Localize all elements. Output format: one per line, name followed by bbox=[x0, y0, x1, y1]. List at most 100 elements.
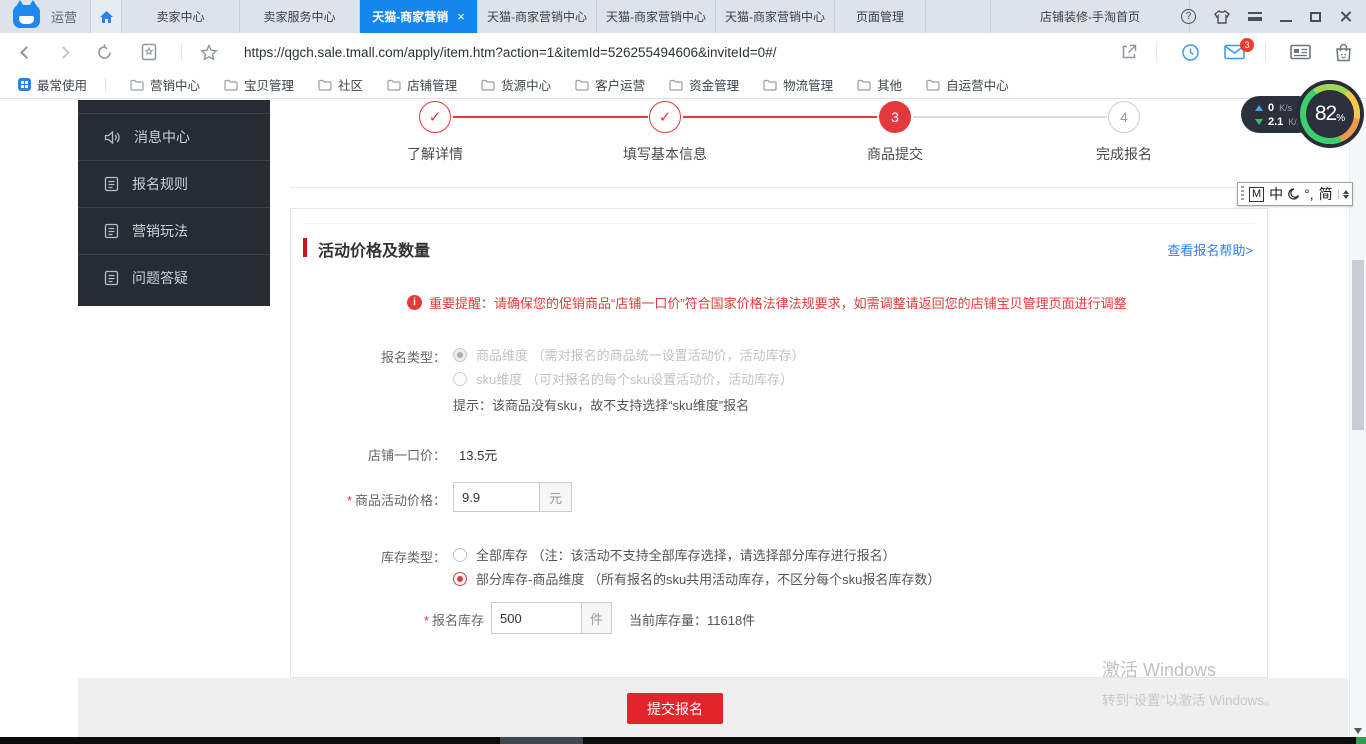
signup-help-link[interactable]: 查看报名帮助> bbox=[1167, 240, 1253, 259]
signup-type-option-sku: sku维度 （可对报名的每个sku设置活动价，活动库存） bbox=[453, 369, 793, 388]
ime-moon-icon[interactable] bbox=[1288, 188, 1299, 200]
bookmark-folder-logistics[interactable]: 物流管理 bbox=[763, 75, 833, 94]
tab-tmall-marketing-center-3[interactable]: 天猫-商家营销中心 bbox=[716, 0, 835, 33]
option-label: 部分库存-商品维度 （所有报名的sku共用活动库存，不区分每个sku报名库存数） bbox=[476, 569, 940, 588]
tab-strip: 卖家中心 卖家服务中心 天猫-商家营销 × 天猫-商家营销中心 天猫-商家营销中… bbox=[122, 0, 1190, 33]
bookmark-folder-self-operation[interactable]: 自运营中心 bbox=[926, 75, 1009, 94]
back-icon[interactable] bbox=[20, 46, 33, 59]
tab-tmall-marketing-active[interactable]: 天猫-商家营销 × bbox=[360, 0, 478, 33]
tmall-cat-logo-icon bbox=[13, 5, 40, 28]
radio-partial-stock-selected[interactable] bbox=[453, 572, 467, 586]
bookmark-label: 自运营中心 bbox=[946, 75, 1009, 94]
ime-toolbar[interactable]: M 中 °, 简 bbox=[1237, 182, 1353, 206]
signup-stock-input[interactable] bbox=[491, 602, 582, 634]
tab-page-management[interactable]: 页面管理 bbox=[835, 0, 926, 33]
browser-logo[interactable]: 运营 bbox=[0, 0, 90, 33]
radio-all-stock-unselected[interactable] bbox=[453, 548, 467, 562]
home-button[interactable] bbox=[90, 0, 122, 33]
card-panel-icon[interactable] bbox=[1290, 44, 1311, 60]
bookmarks-divider bbox=[105, 78, 106, 92]
stock-type-option-partial: 部分库存-商品维度 （所有报名的sku共用活动库存，不区分每个sku报名库存数） bbox=[453, 569, 940, 588]
step-label-3: 商品提交 bbox=[825, 144, 965, 164]
bookmark-folder-supply[interactable]: 货源中心 bbox=[481, 75, 551, 94]
gauge-inner: 82 % bbox=[1306, 90, 1354, 138]
sidebar-item-message-center[interactable]: 消息中心 bbox=[78, 113, 270, 160]
ime-punctuation-toggle[interactable]: °, bbox=[1304, 186, 1314, 202]
tab-seller-service-center[interactable]: 卖家服务中心 bbox=[240, 0, 360, 33]
bookmark-most-used[interactable]: 最常使用 bbox=[18, 75, 87, 94]
ime-drag-handle-icon[interactable] bbox=[1241, 186, 1244, 202]
progress-steps: ✓ ✓ 3 4 了解详情 填写基本信息 商品提交 完成报名 bbox=[290, 100, 1268, 188]
upload-speed-value: 0 bbox=[1268, 102, 1274, 114]
bookmarks-bar: 最常使用 营销中心 宝贝管理 社区 店铺管理 货源中心 客户运营 资金管理 物流… bbox=[0, 71, 1366, 99]
bookmark-folder-customer[interactable]: 客户运营 bbox=[575, 75, 645, 94]
bookmark-folder-community[interactable]: 社区 bbox=[318, 75, 363, 94]
stock-type-option-all: 全部库存 （注：该活动不支持全部库存选择，请选择部分库存进行报名） bbox=[453, 545, 896, 564]
shopping-bag-icon[interactable] bbox=[1335, 43, 1352, 62]
mail-icon[interactable]: 3 bbox=[1224, 44, 1245, 60]
folder-icon bbox=[481, 79, 495, 91]
ime-mode-icon[interactable]: M bbox=[1249, 187, 1264, 202]
step-circle-2-done: ✓ bbox=[649, 101, 681, 133]
step-connector bbox=[453, 116, 648, 118]
bookmark-label: 客户运营 bbox=[595, 75, 645, 94]
minimize-button[interactable] bbox=[1280, 20, 1292, 22]
bookmark-folder-items[interactable]: 宝贝管理 bbox=[224, 75, 294, 94]
forward-icon[interactable] bbox=[57, 46, 70, 59]
radio-item-dimension-selected-disabled[interactable] bbox=[453, 348, 467, 362]
tab-shop-decoration[interactable]: 店铺装修-手淘首页 bbox=[990, 0, 1190, 33]
history-clock-icon[interactable] bbox=[1181, 43, 1200, 62]
restore-button[interactable] bbox=[1310, 12, 1321, 22]
bookmark-folder-marketing[interactable]: 营销中心 bbox=[130, 75, 200, 94]
sidebar-item-qa[interactable]: 问题答疑 bbox=[78, 254, 270, 301]
activity-price-input[interactable] bbox=[453, 482, 540, 512]
panel-title: 活动价格及数量 bbox=[318, 237, 430, 261]
tab-tmall-marketing-center-1[interactable]: 天猫-商家营销中心 bbox=[478, 0, 597, 33]
logo-label: 运营 bbox=[51, 7, 77, 26]
url-field[interactable]: https://qgch.sale.tmall.com/apply/item.h… bbox=[244, 45, 1096, 60]
sidebar-item-label: 消息中心 bbox=[134, 127, 190, 147]
stock-type-label: 库存类型： bbox=[291, 547, 446, 566]
page-sidebar: 消息中心 报名规则 营销玩法 问题答疑 bbox=[78, 100, 270, 306]
warning-text: 重要提醒：请确保您的促销商品“店铺一口价”符合国家价格法律法规要求，如需调整请返… bbox=[429, 293, 1127, 312]
bookmark-folder-shop-mgmt[interactable]: 店铺管理 bbox=[387, 75, 457, 94]
tab-tmall-marketing-center-2[interactable]: 天猫-商家营销中心 bbox=[597, 0, 716, 33]
menu-icon[interactable] bbox=[1248, 12, 1262, 21]
option-label: sku维度 （可对报名的每个sku设置活动价，活动库存） bbox=[476, 369, 793, 388]
tab-close-icon[interactable]: × bbox=[457, 9, 465, 24]
required-asterisk: * bbox=[347, 493, 352, 508]
help-icon[interactable]: ? bbox=[1181, 9, 1196, 24]
sidebar-item-label: 报名规则 bbox=[132, 174, 188, 194]
signup-stock-label: *报名库存 bbox=[329, 610, 484, 629]
close-button[interactable] bbox=[1339, 10, 1352, 23]
folder-icon bbox=[575, 79, 589, 91]
tab-seller-center[interactable]: 卖家中心 bbox=[122, 0, 240, 33]
bookmark-folder-funds[interactable]: 资金管理 bbox=[669, 75, 739, 94]
sidebar-item-marketing-play[interactable]: 营销玩法 bbox=[78, 207, 270, 254]
list-price-label: 店铺一口价： bbox=[291, 445, 446, 464]
scrollbar-thumb[interactable] bbox=[1352, 260, 1364, 430]
step-label-4: 完成报名 bbox=[1054, 144, 1194, 164]
scrollbar-down-arrow-icon[interactable] bbox=[1354, 728, 1362, 734]
radio-sku-dimension-disabled[interactable] bbox=[453, 372, 467, 386]
reader-mode-icon[interactable] bbox=[141, 43, 157, 61]
sidebar-item-signup-rules[interactable]: 报名规则 bbox=[78, 160, 270, 207]
bookmark-folder-other[interactable]: 其他 bbox=[857, 75, 902, 94]
bookmark-label: 宝贝管理 bbox=[244, 75, 294, 94]
ime-expand-icon[interactable] bbox=[1338, 190, 1349, 199]
ime-charset-toggle[interactable]: 简 bbox=[1319, 184, 1333, 204]
ime-lang-toggle[interactable]: 中 bbox=[1269, 184, 1283, 204]
gauge-percent-sign: % bbox=[1336, 113, 1345, 124]
download-arrow-icon bbox=[1255, 119, 1263, 125]
document-icon bbox=[104, 270, 119, 286]
refresh-icon[interactable] bbox=[96, 44, 113, 61]
performance-gauge-widget[interactable]: 82 % bbox=[1300, 84, 1360, 144]
required-asterisk: * bbox=[424, 613, 429, 628]
browser-tab-bar: 运营 卖家中心 卖家服务中心 天猫-商家营销 × 天猫-商家营销中心 天猫-商家… bbox=[0, 0, 1366, 33]
sidebar-item-label: 问题答疑 bbox=[132, 268, 188, 288]
skin-theme-icon[interactable] bbox=[1214, 10, 1230, 24]
upload-arrow-icon bbox=[1255, 105, 1263, 111]
submit-signup-button[interactable]: 提交报名 bbox=[627, 693, 723, 724]
favorite-star-icon[interactable] bbox=[200, 44, 218, 61]
open-external-icon[interactable] bbox=[1120, 43, 1138, 61]
